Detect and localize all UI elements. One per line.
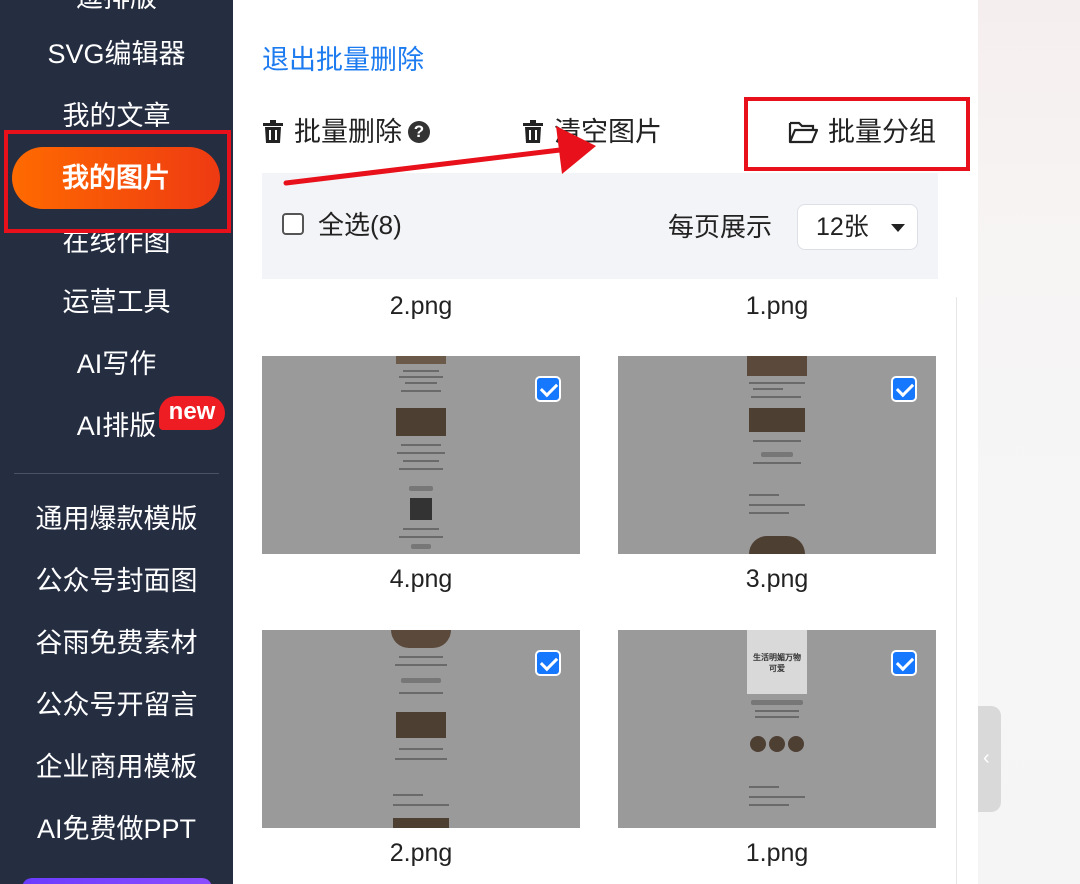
clear-images-label: 清空图片	[554, 117, 662, 147]
image-filename: 3.png	[745, 565, 809, 593]
new-badge: new	[159, 396, 225, 430]
image-filename: 1.png	[745, 292, 809, 320]
sidebar-item-ai-writing[interactable]: AI写作	[0, 346, 233, 382]
sidebar-promo-button[interactable]	[22, 878, 212, 884]
batch-delete-button[interactable]: 批量删除 ?	[262, 114, 430, 150]
image-checkbox-checked[interactable]	[891, 650, 917, 676]
image-filename: 1.png	[745, 839, 809, 867]
per-page-label: 每页展示	[668, 212, 773, 242]
sidebar-item-materials[interactable]: 谷雨免费素材	[0, 625, 233, 661]
select-all-label[interactable]: 全选(8)	[318, 207, 402, 243]
chevron-left-icon: ‹	[983, 747, 990, 769]
exit-batch-delete-link[interactable]: 退出批量删除	[262, 42, 424, 78]
sidebar-item-ai-ppt[interactable]: AI免费做PPT	[0, 811, 233, 847]
image-thumbnail[interactable]	[618, 356, 936, 554]
image-checkbox-checked[interactable]	[535, 376, 561, 402]
annotation-highlight-batch-group	[744, 97, 970, 171]
image-filename: 2.png	[389, 839, 453, 867]
thumbnail-caption: 生活明媚万物可爱	[753, 653, 801, 673]
image-thumbnail[interactable]: 生活明媚万物可爱	[618, 630, 936, 828]
sidebar-divider	[14, 473, 219, 474]
thumbnail-preview	[391, 630, 451, 828]
annotation-highlight-my-images	[4, 130, 231, 233]
clear-images-button[interactable]: 清空图片	[522, 114, 662, 150]
image-thumbnail[interactable]	[262, 356, 580, 554]
thumbnail-preview: 生活明媚万物可爱	[747, 630, 807, 828]
trash-icon	[263, 120, 283, 143]
trash-icon	[523, 120, 543, 143]
question-circle-icon[interactable]: ?	[408, 121, 430, 143]
per-page-select[interactable]: 12张	[797, 204, 918, 250]
select-all-checkbox[interactable]	[282, 213, 304, 235]
sidebar-item-my-articles[interactable]: 我的文章	[0, 98, 233, 134]
collapse-panel-button[interactable]: ‹	[978, 706, 1001, 812]
caret-down-icon	[891, 224, 905, 232]
sidebar-item-ops-tools[interactable]: 运营工具	[0, 284, 233, 320]
sidebar-item-cover[interactable]: 公众号封面图	[0, 563, 233, 599]
thumbnail-preview	[747, 356, 807, 554]
sidebar-item-business-templates[interactable]: 企业商用模板	[0, 749, 233, 785]
sidebar-item-partial[interactable]: 逗排版	[0, 0, 233, 16]
image-checkbox-checked[interactable]	[891, 376, 917, 402]
sidebar-item-svg-editor[interactable]: SVG编辑器	[0, 36, 233, 72]
image-filename: 4.png	[389, 565, 453, 593]
image-thumbnail[interactable]	[262, 630, 580, 828]
batch-delete-label: 批量删除	[294, 117, 402, 147]
per-page-value: 12张	[816, 213, 869, 241]
thumbnail-preview	[391, 356, 451, 554]
sidebar-item-comments[interactable]: 公众号开留言	[0, 687, 233, 723]
list-scroll-edge	[956, 297, 957, 884]
image-checkbox-checked[interactable]	[535, 650, 561, 676]
image-filename: 2.png	[389, 292, 453, 320]
sidebar-item-templates[interactable]: 通用爆款模版	[0, 501, 233, 537]
